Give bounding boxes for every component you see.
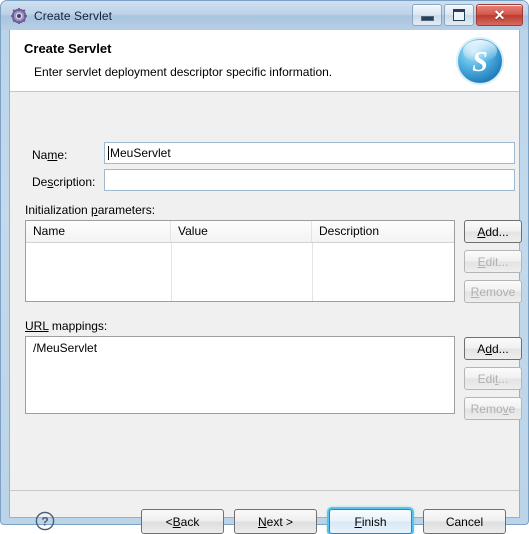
finish-button[interactable]: Finish [329, 509, 412, 534]
init-params-table[interactable]: Name Value Description [25, 220, 455, 302]
init-params-remove-button[interactable]: Remove [464, 280, 522, 303]
table-body [26, 243, 454, 301]
url-mappings-add-button[interactable]: Ad d... [464, 337, 522, 360]
next-button[interactable]: Next > [234, 509, 317, 534]
list-item[interactable]: /MeuServlet [26, 337, 454, 355]
maximize-button[interactable] [444, 4, 474, 26]
init-params-label: Initialization parameters: [25, 203, 156, 217]
description-input[interactable] [104, 169, 515, 191]
window-title: Create Servlet [34, 8, 113, 23]
name-input-value: MeuServlet [110, 146, 171, 160]
init-params-add-button[interactable]: Add... [464, 220, 522, 243]
name-label: Name: [32, 148, 68, 162]
column-header-value[interactable]: Value [171, 221, 312, 242]
minimize-button[interactable] [412, 4, 442, 26]
description-label: Description: [32, 175, 96, 189]
table-header-row: Name Value Description [26, 221, 454, 243]
cancel-button[interactable]: Cancel [423, 509, 506, 534]
back-button[interactable]: < Back [141, 509, 224, 534]
close-button[interactable]: ✕ [476, 4, 523, 26]
window-controls: ✕ [412, 4, 523, 26]
help-icon[interactable]: ? [35, 511, 55, 531]
footer-separator [10, 490, 519, 491]
maximize-icon [453, 9, 465, 21]
init-params-edit-button[interactable]: Edit... [464, 250, 522, 273]
url-mappings-remove-button[interactable]: Remo v e [464, 397, 522, 420]
wizard-banner: Create Servlet Enter servlet deployment … [10, 30, 519, 92]
url-mappings-list[interactable]: /MeuServlet [25, 336, 455, 414]
page-title: Create Servlet [24, 41, 112, 56]
dialog-body: Create Servlet Enter servlet deployment … [9, 30, 522, 534]
column-header-name[interactable]: Name [26, 221, 171, 242]
servlet-logo-icon: S [456, 37, 504, 85]
svg-text:?: ? [41, 515, 48, 529]
url-mappings-edit-button[interactable]: Edi t... [464, 367, 522, 390]
dialog-window: Create Servlet ✕ Create Servlet Enter se… [0, 0, 529, 534]
column-divider [312, 243, 313, 301]
column-header-description[interactable]: Description [312, 221, 454, 242]
gear-icon [11, 7, 27, 24]
logo-letter: S [472, 47, 488, 78]
name-input[interactable]: MeuServlet [104, 142, 515, 164]
title-bar[interactable]: Create Servlet ✕ [1, 1, 528, 30]
text-caret [108, 146, 109, 160]
minimize-icon [420, 15, 434, 21]
url-mappings-label: URL mappings: [25, 319, 108, 333]
page-subtitle: Enter servlet deployment descriptor spec… [34, 65, 333, 79]
column-divider [171, 243, 172, 301]
close-icon: ✕ [493, 7, 506, 23]
